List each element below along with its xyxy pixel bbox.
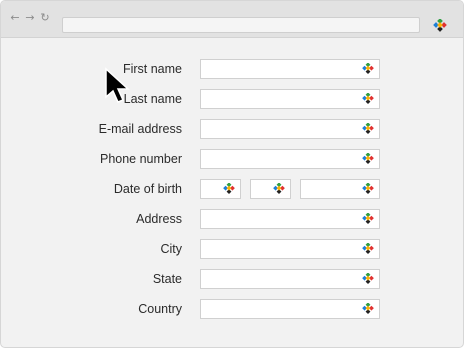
password-manager-icon[interactable] — [433, 19, 447, 33]
date-of-birth-label: Date of birth — [113, 182, 182, 196]
city-label: City — [160, 242, 182, 256]
autofill-icon[interactable] — [362, 93, 374, 105]
phone-number-label: Phone number — [99, 152, 182, 166]
browser-window: ← → ↻ First name Last name E-mail address P… — [0, 0, 464, 348]
first-name-input[interactable] — [200, 59, 380, 79]
birth-year-input[interactable] — [300, 179, 380, 199]
autofill-icon[interactable] — [362, 153, 374, 165]
browser-toolbar: ← → ↻ — [1, 1, 463, 38]
last-name-label: Last name — [123, 92, 182, 106]
phone-number-input[interactable] — [200, 149, 380, 169]
address-label: Address — [136, 212, 182, 226]
back-arrow-icon[interactable]: ← — [8, 11, 22, 25]
autofill-icon[interactable] — [362, 213, 374, 225]
first-name-label: First name — [122, 62, 182, 76]
reload-icon[interactable]: ↻ — [38, 11, 52, 25]
autofill-icon[interactable] — [223, 183, 235, 195]
autofill-icon[interactable] — [362, 123, 374, 135]
autofill-icon[interactable] — [362, 243, 374, 255]
forward-arrow-icon[interactable]: → — [23, 11, 37, 25]
autofill-icon[interactable] — [362, 63, 374, 75]
e-mail-address-input[interactable] — [200, 119, 380, 139]
birth-month-input[interactable] — [250, 179, 291, 199]
country-label: Country — [138, 302, 182, 316]
last-name-input[interactable] — [200, 89, 380, 109]
address-bar[interactable] — [62, 17, 420, 33]
address-input[interactable] — [200, 209, 380, 229]
country-input[interactable] — [200, 299, 380, 319]
birth-day-input[interactable] — [200, 179, 241, 199]
state-label: State — [152, 272, 182, 286]
autofill-icon[interactable] — [362, 183, 374, 195]
mouse-cursor-icon — [105, 67, 130, 103]
state-input[interactable] — [200, 269, 380, 289]
e-mail-address-label: E-mail address — [98, 122, 182, 136]
autofill-icon[interactable] — [362, 273, 374, 285]
autofill-icon[interactable] — [273, 183, 285, 195]
autofill-icon[interactable] — [362, 303, 374, 315]
city-input[interactable] — [200, 239, 380, 259]
